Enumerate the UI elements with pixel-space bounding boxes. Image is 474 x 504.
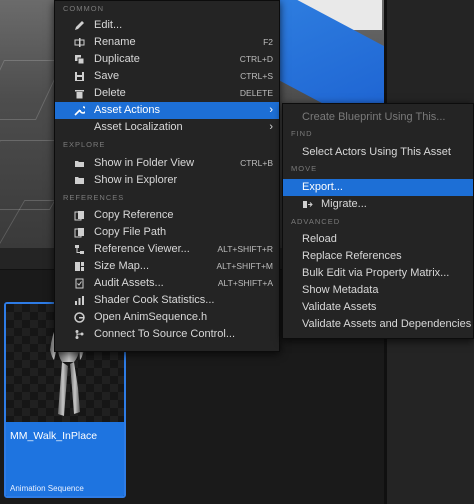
menu-item-copy-reference[interactable]: Copy Reference [55,207,279,224]
menu-item-size-map[interactable]: Size Map... ALT+SHIFT+M [55,258,279,275]
submenu-item-select-actors[interactable]: Select Actors Using This Asset [283,144,473,161]
menu-item-show-in-folder-view[interactable]: Show in Folder View CTRL+B [55,155,279,172]
menu-item-label: Reload [302,233,337,245]
menu-item-label: Create Blueprint Using This... [302,111,446,123]
menu-item-show-in-explorer[interactable]: Show in Explorer [55,172,279,189]
menu-item-label: Export... [302,181,343,193]
statistics-icon [74,295,85,306]
trash-icon [74,88,85,99]
menu-item-label: Validate Assets [302,301,377,313]
cpp-file-icon [74,312,85,323]
submenu-item-export[interactable]: Export... [283,179,473,196]
menu-item-label: Migrate... [321,198,367,210]
menu-item-label: Size Map... [94,260,150,272]
asset-context-menu: COMMON Edit... Rename F2 Duplicate CTRL+… [54,0,280,352]
menu-item-label: Edit... [94,19,123,31]
asset-name: MM_Walk_InPlace [10,430,98,442]
asset-type: Animation Sequence [10,484,84,493]
submenu-item-validate-dependencies[interactable]: Validate Assets and Dependencies [283,316,473,333]
submenu-item-reload[interactable]: Reload [283,231,473,248]
menu-item-save[interactable]: Save CTRL+S [55,68,279,85]
size-map-icon [74,261,85,272]
menu-item-label: Asset Actions [94,104,161,116]
menu-item-label: Copy Reference [94,209,174,221]
wrench-icon [74,105,87,116]
menu-item-reference-viewer[interactable]: Reference Viewer... ALT+SHIFT+R [55,241,279,258]
submenu-item-replace-references[interactable]: Replace References [283,248,473,265]
section-header-move: MOVE [291,164,318,173]
localization-icon [74,122,85,133]
menu-item-label: Rename [94,36,136,48]
menu-item-delete[interactable]: Delete DELETE [55,85,279,102]
section-header-find: FIND [291,129,313,138]
menu-item-label: Connect To Source Control... [94,328,236,340]
menu-item-shortcut: CTRL+B [240,158,273,168]
menu-item-label: Show in Folder View [94,157,195,169]
submenu-item-validate-assets[interactable]: Validate Assets [283,299,473,316]
section-header-advanced: ADVANCED [291,217,341,226]
reference-viewer-icon [74,244,85,255]
migrate-icon [302,199,313,210]
menu-item-label: Shader Cook Statistics... [94,294,215,306]
menu-item-shortcut: ALT+SHIFT+A [217,278,273,288]
menu-item-label: Audit Assets... [94,277,164,289]
menu-item-shader-cook-statistics[interactable]: Shader Cook Statistics... [55,292,279,309]
duplicate-icon [74,54,85,65]
save-icon [74,71,85,82]
submenu-item-show-metadata[interactable]: Show Metadata [283,282,473,299]
pencil-icon [74,20,85,31]
menu-item-label: Duplicate [94,53,140,65]
menu-item-open-source-file[interactable]: Open AnimSequence.h [55,309,279,326]
menu-item-asset-actions[interactable]: Asset Actions › [55,102,279,119]
menu-item-label: Reference Viewer... [94,243,190,255]
menu-item-label: Show Metadata [302,284,379,296]
menu-item-asset-localization[interactable]: Asset Localization › [55,119,279,136]
section-header-explore: EXPLORE [63,140,106,149]
audit-icon [74,278,85,289]
menu-item-audit-assets[interactable]: Audit Assets... ALT+SHIFT+A [55,275,279,292]
menu-item-duplicate[interactable]: Duplicate CTRL+D [55,51,279,68]
submenu-item-bulk-edit[interactable]: Bulk Edit via Property Matrix... [283,265,473,282]
rename-icon [74,37,85,48]
chevron-right-icon: › [269,104,273,116]
menu-item-shortcut: CTRL+S [240,71,273,81]
menu-item-label: Open AnimSequence.h [94,311,208,323]
folder-icon [74,175,85,186]
section-header-common: COMMON [63,4,104,13]
menu-item-shortcut: ALT+SHIFT+M [216,261,273,271]
chevron-right-icon: › [269,121,273,133]
menu-item-label: Save [94,70,120,82]
menu-item-connect-source-control[interactable]: Connect To Source Control... [55,326,279,343]
submenu-item-create-blueprint[interactable]: Create Blueprint Using This... [283,109,473,126]
menu-item-shortcut: ALT+SHIFT+R [217,244,273,254]
menu-item-label: Copy File Path [94,226,167,238]
menu-item-edit[interactable]: Edit... [55,17,279,34]
menu-item-label: Delete [94,87,126,99]
menu-item-label: Validate Assets and Dependencies [302,318,472,330]
menu-item-label: Asset Localization [94,121,183,133]
copy-path-icon [74,227,85,238]
source-control-icon [74,329,85,340]
menu-item-label: Show in Explorer [94,174,178,186]
menu-item-shortcut: DELETE [239,88,273,98]
asset-label-area: MM_Walk_InPlace Animation Sequence [6,422,124,496]
menu-item-shortcut: CTRL+D [239,54,273,64]
menu-item-label: Bulk Edit via Property Matrix... [302,267,450,279]
menu-item-label: Select Actors Using This Asset [302,146,451,158]
menu-item-copy-file-path[interactable]: Copy File Path [55,224,279,241]
asset-actions-submenu: Create Blueprint Using This... FIND Sele… [282,103,474,339]
submenu-item-migrate[interactable]: Migrate... [283,196,473,213]
editor-window: MM_Walk_InPlace Animation Sequence COMMO… [0,0,474,504]
folder-search-icon [74,158,85,169]
menu-item-shortcut: F2 [263,37,273,47]
menu-item-rename[interactable]: Rename F2 [55,34,279,51]
section-header-references: REFERENCES [63,193,125,202]
menu-item-label: Replace References [302,250,402,262]
copy-icon [74,210,85,221]
